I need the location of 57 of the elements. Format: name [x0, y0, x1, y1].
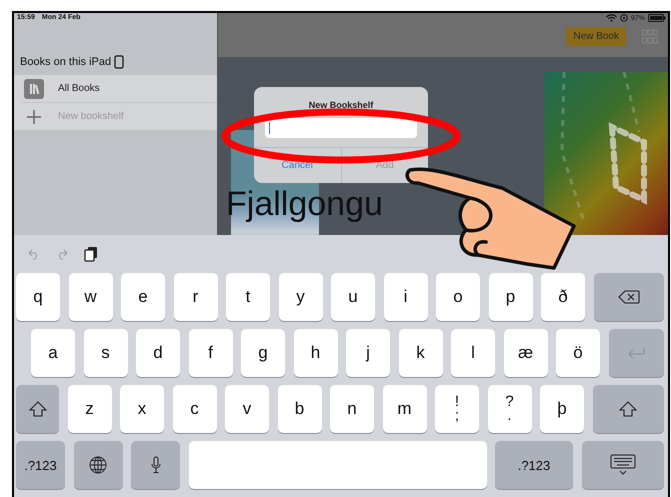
key[interactable]: q	[16, 273, 60, 321]
key[interactable]: l	[451, 329, 495, 377]
key[interactable]: ð	[541, 273, 585, 321]
key[interactable]: j	[346, 329, 390, 377]
key[interactable]: d	[136, 329, 180, 377]
microphone-icon	[150, 456, 160, 474]
shift-icon	[619, 401, 638, 417]
sidebar-title: Books on this iPad	[20, 56, 112, 68]
return-icon	[626, 347, 646, 359]
name-input-field[interactable]	[265, 118, 417, 138]
key[interactable]: ö	[556, 329, 600, 377]
keyboard-icon	[610, 454, 636, 476]
books-icon	[24, 78, 44, 98]
delete-icon	[618, 290, 640, 304]
book-title: Fjallgongu	[226, 184, 383, 224]
key[interactable]: h	[294, 329, 338, 377]
key[interactable]: u	[331, 273, 375, 321]
paste-icon[interactable]	[84, 246, 98, 262]
key[interactable]: y	[278, 273, 322, 321]
key[interactable]: g	[241, 329, 285, 377]
book-cover[interactable]	[544, 72, 668, 235]
wifi-icon	[606, 14, 617, 22]
globe-icon	[89, 456, 107, 474]
battery-icon	[648, 14, 666, 22]
key[interactable]: o	[436, 273, 480, 321]
key[interactable]: r	[174, 273, 218, 321]
key[interactable]: c	[172, 385, 216, 433]
key[interactable]: v	[225, 385, 269, 433]
key[interactable]: þ	[540, 385, 584, 433]
key[interactable]: a	[31, 329, 75, 377]
key[interactable]: ! ;	[435, 385, 479, 433]
key[interactable]: p	[488, 273, 532, 321]
shift-icon	[28, 401, 46, 417]
key[interactable]: e	[121, 273, 165, 321]
key[interactable]: m	[382, 385, 426, 433]
key[interactable]: z	[68, 385, 112, 433]
plus-icon	[26, 108, 42, 124]
key[interactable]: n	[330, 385, 374, 433]
numbers-key[interactable]: .?123	[16, 441, 65, 489]
key[interactable]: s	[84, 329, 128, 377]
sidebar-item[interactable]: All Books	[22, 75, 217, 102]
key[interactable]: i	[384, 273, 428, 321]
key[interactable]: f	[188, 329, 232, 377]
key[interactable]: w	[68, 273, 112, 321]
tablet-icon	[114, 55, 124, 69]
hide-keyboard-key[interactable]	[582, 441, 664, 489]
key[interactable]: b	[278, 385, 322, 433]
key[interactable]: k	[398, 329, 442, 377]
dialog-title: New Bookshelf	[308, 100, 374, 110]
key[interactable]: t	[226, 273, 270, 321]
shift-key[interactable]	[16, 385, 59, 433]
globe-key[interactable]	[74, 441, 122, 489]
key[interactable]: æ	[504, 329, 548, 377]
numbers-key[interactable]: .?123	[495, 441, 573, 489]
delete-key[interactable]	[594, 273, 664, 321]
key[interactable]: ? .	[488, 385, 532, 433]
key[interactable]: x	[120, 385, 164, 433]
